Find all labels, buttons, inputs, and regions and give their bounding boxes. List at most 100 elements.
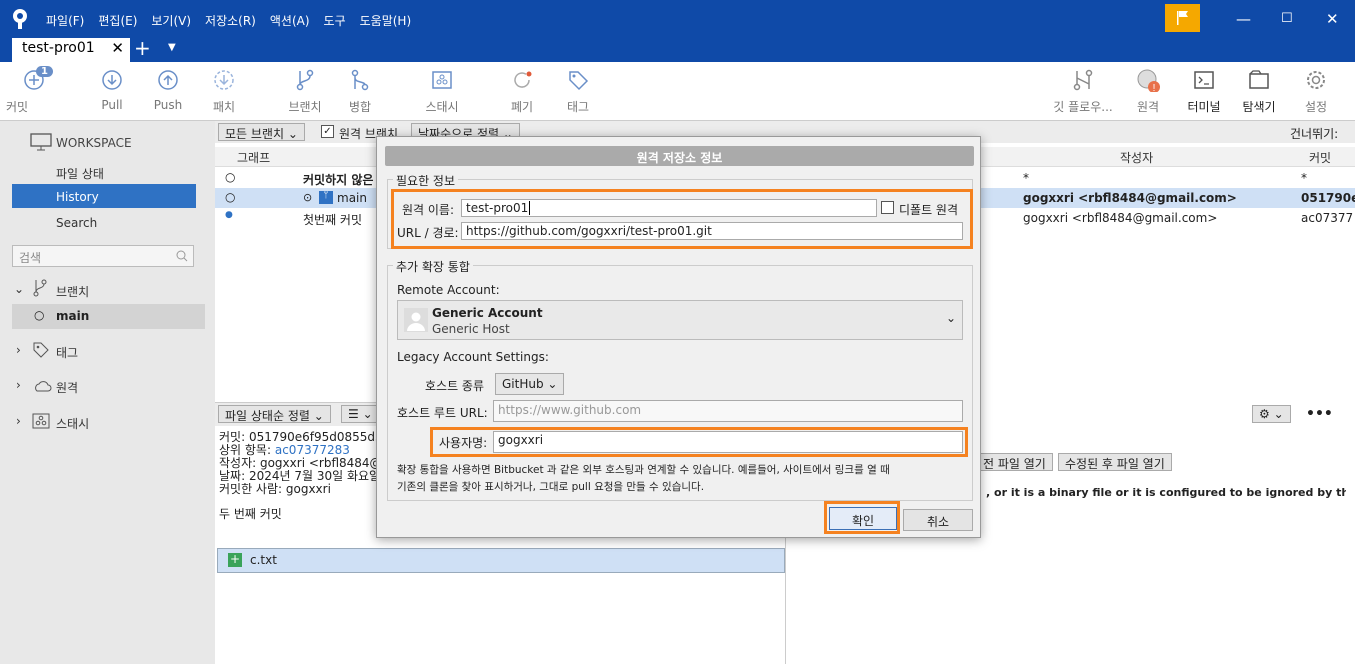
- sidebar-search-input[interactable]: 검색: [12, 245, 194, 267]
- explorer-button[interactable]: 탐색기: [1238, 68, 1280, 115]
- menu-edit[interactable]: 편집(E): [98, 12, 137, 29]
- username-value: gogxxri: [498, 433, 544, 447]
- sidebar-item-history[interactable]: History: [12, 184, 196, 208]
- ok-label: 확인: [851, 514, 875, 528]
- commit-column-header[interactable]: 커밋: [1309, 149, 1331, 166]
- remote-globe-icon: !: [1136, 68, 1160, 94]
- url-value: https://github.com/gogxxri/test-pro01.gi…: [466, 224, 712, 238]
- toolbar: 1 커밋 Pull Push 패치 브랜치 병합 스태시 폐기 태그 깃 플로우…: [0, 62, 1355, 121]
- flag-button[interactable]: [1165, 4, 1200, 32]
- diff-settings-dropdown[interactable]: ⚙ ⌄: [1252, 405, 1291, 423]
- chevron-down-icon[interactable]: ⌄: [14, 282, 24, 296]
- host-type-dropdown[interactable]: GitHub ⌄: [495, 373, 565, 395]
- all-branches-dropdown[interactable]: 모든 브랜치 ⌄: [218, 123, 305, 141]
- sidebar-item-file-status[interactable]: 파일 상태: [56, 165, 104, 182]
- branch-icon: [293, 68, 317, 92]
- merge-icon: [348, 68, 372, 92]
- menu-help[interactable]: 도움말(H): [360, 12, 412, 29]
- terminal-button[interactable]: 터미널: [1184, 68, 1224, 115]
- sidebar-item-remotes[interactable]: 원격: [56, 379, 78, 396]
- host-type-label: 호스트 종류: [425, 379, 485, 393]
- commit-author: gogxxri <rbfl8484@gmail.com>: [1023, 211, 1218, 225]
- tab-repo[interactable]: test-pro01 ✕: [12, 38, 130, 62]
- remote-branches-checkbox[interactable]: ✓: [321, 125, 334, 138]
- commit-details: 커밋: 051790e6f95d0855d30 상위 항목: ac0737728…: [219, 431, 390, 521]
- tab-bar: test-pro01 ✕ + ▼: [0, 36, 1355, 62]
- stash-button[interactable]: 스태시: [420, 68, 464, 115]
- discard-button[interactable]: 폐기: [506, 68, 538, 115]
- git-flow-button[interactable]: 깃 플로우...: [1050, 68, 1116, 115]
- title-bar: 파일(F) 편집(E) 보기(V) 저장소(R) 액션(A) 도구 도움말(H)…: [0, 0, 1355, 38]
- push-button[interactable]: Push: [150, 68, 186, 112]
- sidebar-item-tags[interactable]: 태그: [56, 344, 78, 361]
- fetch-icon: [212, 68, 236, 92]
- remote-button[interactable]: ! 원격: [1132, 68, 1164, 115]
- file-list-item[interactable]: + c.txt: [217, 548, 785, 573]
- file-sort-dropdown[interactable]: 파일 상태순 정렬 ⌄: [218, 405, 331, 423]
- ok-button[interactable]: 확인: [829, 507, 897, 530]
- extended-integration-label: 추가 확장 통합: [393, 258, 473, 275]
- required-info-label: 필요한 정보: [393, 172, 459, 189]
- remote-name-value: test-pro01: [466, 201, 529, 215]
- host-root-url-input[interactable]: https://www.github.com: [493, 400, 963, 422]
- minimize-icon[interactable]: —: [1236, 10, 1251, 28]
- graph-column-header[interactable]: 그래프: [237, 149, 270, 166]
- push-icon: [156, 68, 180, 92]
- commit-label: 커밋: [6, 100, 29, 114]
- author-column-header[interactable]: 작성자: [1120, 149, 1153, 166]
- view-options-dropdown[interactable]: ☰ ⌄: [341, 405, 380, 423]
- head-dot-icon: ⊙: [303, 191, 313, 204]
- tag-button[interactable]: 태그: [562, 68, 594, 115]
- menu-action[interactable]: 액션(A): [270, 12, 310, 29]
- file-sort-label: 파일 상태순 정렬: [225, 409, 310, 423]
- chevron-right-icon[interactable]: ›: [16, 414, 21, 428]
- commit-message: 두 번째 커밋: [219, 507, 282, 521]
- commit-hash: *: [1301, 171, 1307, 185]
- pull-button[interactable]: Pull: [96, 68, 128, 112]
- pull-label: Pull: [101, 98, 123, 112]
- open-after-label: 수정된 후 파일 열기: [1065, 457, 1165, 471]
- avatar: [404, 308, 428, 332]
- chevron-right-icon[interactable]: ›: [16, 378, 21, 392]
- url-input[interactable]: https://github.com/gogxxri/test-pro01.gi…: [461, 222, 963, 240]
- account-name: Generic Account: [432, 306, 543, 320]
- push-label: Push: [153, 98, 183, 112]
- default-remote-checkbox[interactable]: [881, 201, 894, 214]
- tab-label: test-pro01: [22, 40, 95, 56]
- settings-button[interactable]: 설정: [1300, 68, 1332, 115]
- history-label: History: [56, 190, 99, 204]
- menu-tools[interactable]: 도구: [324, 12, 346, 29]
- menu-repository[interactable]: 저장소(R): [205, 12, 256, 29]
- new-tab-icon[interactable]: +: [134, 36, 151, 60]
- sidebar-item-stashes[interactable]: 스태시: [56, 415, 89, 432]
- fetch-button[interactable]: 패치: [208, 68, 240, 115]
- open-before-button[interactable]: 전 파일 열기: [976, 453, 1053, 471]
- cancel-label: 취소: [926, 515, 950, 529]
- sidebar-item-search[interactable]: Search: [56, 216, 97, 230]
- close-window-icon[interactable]: ✕: [1326, 10, 1339, 28]
- remote-name-input[interactable]: test-pro01: [461, 199, 877, 217]
- sidebar-item-branches[interactable]: 브랜치: [56, 283, 89, 300]
- menu-view[interactable]: 보기(V): [151, 12, 191, 29]
- open-after-button[interactable]: 수정된 후 파일 열기: [1058, 453, 1172, 471]
- tab-dropdown-icon[interactable]: ▼: [168, 42, 176, 53]
- file-name: c.txt: [250, 553, 277, 567]
- sidebar-item-main-branch[interactable]: ○ main: [12, 304, 205, 329]
- cancel-button[interactable]: 취소: [903, 509, 973, 531]
- maximize-icon[interactable]: ☐: [1281, 11, 1293, 26]
- branch-label: main: [337, 191, 367, 205]
- commit-button[interactable]: 1 커밋: [6, 66, 54, 115]
- merge-button[interactable]: 병합: [344, 68, 376, 115]
- more-options-icon[interactable]: •••: [1306, 406, 1333, 422]
- username-input[interactable]: gogxxri: [493, 431, 963, 453]
- remote-account-dropdown[interactable]: Generic Account Generic Host ⌄: [397, 300, 963, 340]
- menu-file[interactable]: 파일(F): [46, 12, 84, 29]
- explorer-label: 탐색기: [1242, 100, 1276, 114]
- fetch-label: 패치: [212, 100, 236, 114]
- parent-link[interactable]: ac07377283: [275, 443, 350, 457]
- svg-text:!: !: [1153, 83, 1156, 92]
- chevron-right-icon[interactable]: ›: [16, 343, 21, 357]
- close-tab-icon[interactable]: ✕: [111, 39, 124, 57]
- graph-node-icon: ○: [225, 190, 236, 204]
- branch-button[interactable]: 브랜치: [284, 68, 326, 115]
